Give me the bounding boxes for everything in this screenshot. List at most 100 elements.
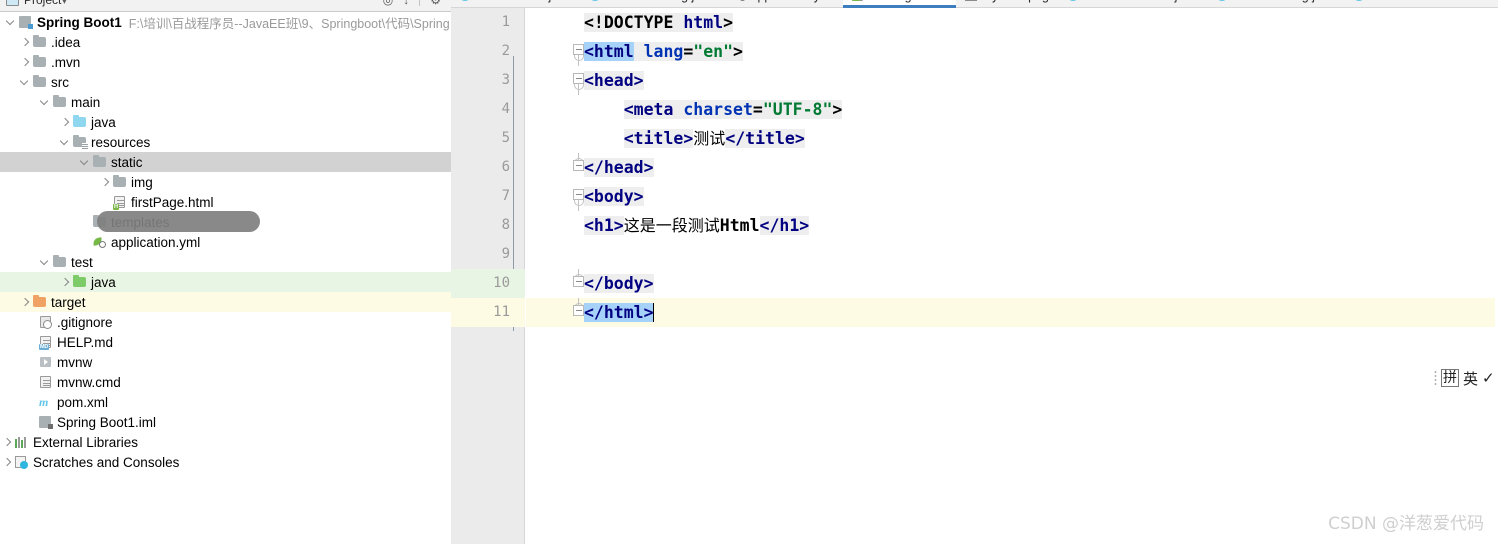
- editor-gutter[interactable]: 1 2 3 4 5 6 7 8 9 10 11: [451, 8, 525, 544]
- code-line[interactable]: </html>: [526, 298, 1498, 327]
- code-line[interactable]: <html lang="en">: [526, 37, 1498, 66]
- code-line[interactable]: </body>: [526, 269, 1498, 298]
- expand-arrow-icon[interactable]: [58, 135, 72, 149]
- tree-row-gitignore[interactable]: .gitignore: [0, 312, 451, 332]
- fold-marker-icon[interactable]: [572, 298, 586, 327]
- folder-icon: [92, 154, 107, 169]
- tree-row-mvn[interactable]: .mvn: [0, 52, 451, 72]
- expand-arrow-icon[interactable]: [0, 435, 14, 449]
- tree-row-main[interactable]: main: [0, 92, 451, 112]
- ide-window: Project ▾ ◎ ↓ ⚙ Spring Boot1 F:\培训\百战程序员…: [0, 0, 1498, 544]
- code-line[interactable]: </head>: [526, 153, 1498, 182]
- tree-row-application-yml[interactable]: application.yml: [0, 232, 451, 252]
- expand-arrow-icon[interactable]: [18, 55, 32, 69]
- expand-arrow-icon[interactable]: [18, 75, 32, 89]
- code-token: [633, 42, 644, 61]
- tree-label: mvnw: [57, 354, 93, 370]
- code-line[interactable]: <meta charset="UTF-8">: [526, 95, 1498, 124]
- settings-icon[interactable]: ⚙: [430, 0, 441, 6]
- expand-arrow-icon[interactable]: [58, 275, 72, 289]
- expand-arrow-icon[interactable]: [78, 155, 92, 169]
- tree-label: mvnw.cmd: [57, 374, 121, 390]
- tree-row-external-libraries[interactable]: External Libraries: [0, 432, 451, 452]
- tree-row-test[interactable]: test: [0, 252, 451, 272]
- collapse-all-icon[interactable]: ↓: [403, 0, 409, 6]
- tree-row-mvnw-cmd[interactable]: mvnw.cmd: [0, 372, 451, 392]
- tree-row-mvnw[interactable]: mvnw: [0, 352, 451, 372]
- tree-row-iml[interactable]: Spring Boot1.iml: [0, 412, 451, 432]
- code-line[interactable]: <title>测试</title>: [526, 124, 1498, 153]
- editor-tab-filter[interactable]: Filter: [1345, 0, 1409, 8]
- line-number: 10: [493, 275, 510, 291]
- code-token: </title>: [725, 129, 805, 148]
- expand-arrow-icon[interactable]: [0, 455, 14, 469]
- editor-tab-firstpage-html[interactable]: firstPage.html: [843, 0, 957, 8]
- folder-icon: [32, 74, 47, 89]
- tree-row-img[interactable]: img: [0, 172, 451, 192]
- chevron-down-icon[interactable]: ▾: [61, 0, 67, 6]
- fold-marker-icon[interactable]: [572, 66, 586, 95]
- fold-marker-icon[interactable]: [572, 269, 586, 298]
- tree-label: templates: [111, 214, 170, 230]
- fold-marker-icon[interactable]: [572, 153, 586, 182]
- tree-row-src[interactable]: src: [0, 72, 451, 92]
- expand-arrow-icon[interactable]: [98, 175, 112, 189]
- fold-marker-icon[interactable]: [572, 182, 586, 211]
- project-tree[interactable]: Spring Boot1 F:\培训\百战程序员--JavaEE班\9、Spri…: [0, 12, 451, 544]
- tree-row-static[interactable]: static: [0, 152, 451, 172]
- code-line[interactable]: <head>: [526, 66, 1498, 95]
- tree-row-templates[interactable]: templates: [0, 212, 451, 232]
- tree-row-main-java[interactable]: java: [0, 112, 451, 132]
- expand-arrow-icon[interactable]: [18, 35, 32, 49]
- code-line[interactable]: <!DOCTYPE html>: [526, 8, 1498, 37]
- tree-row-scratches[interactable]: Scratches and Consoles: [0, 452, 451, 472]
- code-line[interactable]: <h1>这是一段测试Html</h1>: [526, 211, 1498, 240]
- tree-row-firstpage-html[interactable]: H firstPage.html: [0, 192, 451, 212]
- code-editor[interactable]: <!DOCTYPE html> <html lang="en"> <head> <m…: [526, 8, 1498, 544]
- tree-row-test-java[interactable]: java: [0, 272, 451, 292]
- ime-drag-handle[interactable]: [1434, 370, 1437, 386]
- code-token: >: [733, 42, 743, 61]
- code-line[interactable]: <body>: [526, 182, 1498, 211]
- expand-arrow-icon[interactable]: [38, 95, 52, 109]
- code-line-text: <meta charset="UTF-8">: [526, 100, 843, 119]
- java-class-icon: [459, 0, 472, 2]
- ime-mode-indicator[interactable]: 拼: [1441, 369, 1459, 387]
- yml-file-icon: [733, 0, 746, 2]
- expand-arrow-icon[interactable]: [4, 15, 18, 29]
- editor-tab-mybatis-png[interactable]: mybatis.png: [956, 0, 1059, 8]
- tree-row-root[interactable]: Spring Boot1 F:\培训\百战程序员--JavaEE班\9、Spri…: [0, 12, 451, 32]
- tree-row-resources[interactable]: resources: [0, 132, 451, 152]
- tab-label: SecondListener.java: [1085, 0, 1198, 3]
- ime-language-indicator[interactable]: 英: [1463, 368, 1478, 389]
- code-token: </body>: [584, 274, 654, 293]
- module-file-icon: [38, 415, 53, 429]
- ime-extra-icon[interactable]: ✓: [1482, 369, 1495, 387]
- java-class-icon: [1353, 0, 1366, 2]
- code-line-text: </body>: [526, 274, 654, 293]
- editor-tab-firstlistener[interactable]: FirstListener.java: [451, 0, 581, 8]
- folder-icon: [52, 254, 67, 269]
- code-token: charset: [683, 100, 753, 119]
- tree-row-help-md[interactable]: MD HELP.md: [0, 332, 451, 352]
- tree-label: HELP.md: [57, 334, 114, 350]
- locate-icon[interactable]: ◎: [383, 0, 393, 6]
- editor-tab-listenerconfig[interactable]: ListenerConfig.java: [581, 0, 724, 8]
- expand-arrow-icon[interactable]: [58, 115, 72, 129]
- code-token: >: [723, 13, 734, 32]
- project-toolbar: Project ▾ ◎ ↓ ⚙: [0, 0, 451, 12]
- ime-floating-bar[interactable]: 拼 英 ✓: [1434, 366, 1495, 390]
- code-line[interactable]: [526, 240, 1498, 269]
- tree-row-target[interactable]: target: [0, 292, 451, 312]
- editor-tab-application-yml[interactable]: application.yml: [725, 0, 844, 8]
- expand-arrow-icon[interactable]: [38, 255, 52, 269]
- tree-label: firstPage.html: [131, 194, 214, 210]
- tree-row-idea[interactable]: .idea: [0, 32, 451, 52]
- editor-tab-secondlistener[interactable]: SecondListener.java: [1059, 0, 1208, 8]
- editor-tab-bar[interactable]: FirstListener.java ListenerConfig.java a…: [451, 0, 1498, 8]
- fold-marker-icon[interactable]: [572, 37, 586, 66]
- tree-row-pom-xml[interactable]: m pom.xml: [0, 392, 451, 412]
- project-window-icon: [6, 0, 19, 6]
- editor-tab-servletconfig[interactable]: ServletConfig.java: [1208, 0, 1345, 8]
- expand-arrow-icon[interactable]: [18, 295, 32, 309]
